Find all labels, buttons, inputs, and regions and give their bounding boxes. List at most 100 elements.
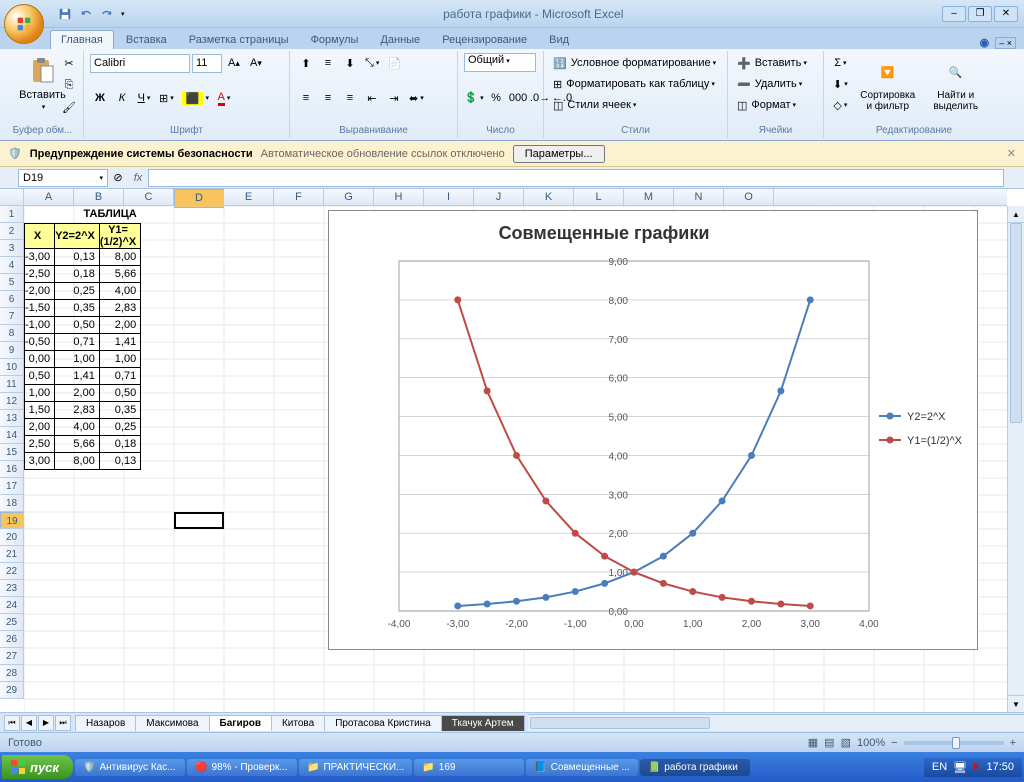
col-header-N[interactable]: N: [674, 189, 724, 205]
worksheet-grid[interactable]: ABCDEFGHIJKLMNO 123456789101112131415161…: [0, 189, 1024, 712]
row-header-29[interactable]: 29: [0, 682, 24, 699]
sheet-first-button[interactable]: ⏮: [4, 715, 20, 731]
view-normal-button[interactable]: ▦: [808, 736, 818, 749]
comma-button[interactable]: 000: [508, 88, 528, 108]
align-left-button[interactable]: ≡: [296, 88, 316, 108]
fill-color-button[interactable]: ⬛▾: [179, 88, 212, 108]
row-header-2[interactable]: 2: [0, 223, 24, 240]
align-middle-button[interactable]: ≡: [318, 53, 338, 73]
vertical-scrollbar[interactable]: ▲ ▼: [1007, 206, 1024, 712]
row-header-23[interactable]: 23: [0, 580, 24, 597]
find-select-button[interactable]: 🔍 Найти и выделить: [925, 53, 987, 115]
col-header-C[interactable]: C: [124, 189, 174, 205]
taskbar-item[interactable]: 🔴98% - Проверк...: [187, 759, 297, 776]
autosum-button[interactable]: Σ▾: [830, 53, 851, 73]
row-header-3[interactable]: 3: [0, 240, 24, 257]
tab-home[interactable]: Главная: [50, 30, 114, 49]
row-header-21[interactable]: 21: [0, 546, 24, 563]
sheet-last-button[interactable]: ⏭: [55, 715, 71, 731]
row-header-27[interactable]: 27: [0, 648, 24, 665]
tab-formulas[interactable]: Формулы: [301, 31, 369, 49]
format-table-button[interactable]: ⊞ Форматировать как таблицу▾: [550, 74, 724, 94]
tab-view[interactable]: Вид: [539, 31, 579, 49]
sheet-tab[interactable]: Максимова: [135, 715, 209, 731]
row-header-26[interactable]: 26: [0, 631, 24, 648]
fx-icon[interactable]: fx: [128, 172, 148, 184]
align-right-button[interactable]: ≡: [340, 88, 360, 108]
indent-dec-button[interactable]: ⇤: [362, 88, 382, 108]
taskbar-item[interactable]: 📗работа графики: [640, 759, 750, 776]
sheet-prev-button[interactable]: ◀: [21, 715, 37, 731]
fill-button[interactable]: ⬇▾: [830, 74, 851, 94]
row-header-6[interactable]: 6: [0, 291, 24, 308]
row-header-20[interactable]: 20: [0, 529, 24, 546]
cell-styles-button[interactable]: ◫ Стили ячеек▾: [550, 95, 724, 115]
sheet-tab[interactable]: Багиров: [209, 715, 272, 731]
border-button[interactable]: ⊞▾: [156, 88, 177, 108]
col-header-I[interactable]: I: [424, 189, 474, 205]
col-header-M[interactable]: M: [624, 189, 674, 205]
language-indicator[interactable]: EN: [932, 761, 947, 773]
tab-layout[interactable]: Разметка страницы: [179, 31, 299, 49]
row-header-4[interactable]: 4: [0, 257, 24, 274]
col-header-G[interactable]: G: [324, 189, 374, 205]
font-color-button[interactable]: A▾: [214, 88, 234, 108]
select-all-corner[interactable]: [0, 189, 24, 205]
view-break-button[interactable]: ▧: [841, 736, 851, 749]
row-header-11[interactable]: 11: [0, 376, 24, 393]
row-header-1[interactable]: 1: [0, 206, 24, 223]
office-button[interactable]: [4, 4, 44, 44]
col-header-K[interactable]: K: [524, 189, 574, 205]
col-header-O[interactable]: O: [724, 189, 774, 205]
font-name-input[interactable]: [90, 54, 190, 73]
accounting-button[interactable]: 💲▾: [464, 88, 484, 108]
tab-review[interactable]: Рецензирование: [432, 31, 537, 49]
view-layout-button[interactable]: ▤: [824, 736, 834, 749]
sheet-tab[interactable]: Протасова Кристина: [324, 715, 442, 731]
clear-button[interactable]: ◇▾: [830, 95, 851, 115]
col-header-A[interactable]: A: [24, 189, 74, 205]
start-button[interactable]: пуск: [2, 755, 73, 779]
row-header-8[interactable]: 8: [0, 325, 24, 342]
row-header-25[interactable]: 25: [0, 614, 24, 631]
horizontal-scrollbar[interactable]: [528, 714, 1024, 731]
col-header-L[interactable]: L: [574, 189, 624, 205]
row-header-28[interactable]: 28: [0, 665, 24, 682]
row-header-10[interactable]: 10: [0, 359, 24, 376]
security-close-button[interactable]: ✕: [1007, 147, 1016, 160]
zoom-in-button[interactable]: +: [1010, 737, 1016, 749]
align-center-button[interactable]: ≡: [318, 88, 338, 108]
taskbar-item[interactable]: 📘Совмещенные ...: [526, 759, 637, 776]
redo-button[interactable]: [98, 5, 116, 23]
row-header-22[interactable]: 22: [0, 563, 24, 580]
col-header-F[interactable]: F: [274, 189, 324, 205]
ribbon-minimize[interactable]: – ×: [995, 37, 1016, 49]
col-header-J[interactable]: J: [474, 189, 524, 205]
underline-button[interactable]: Ч▾: [134, 88, 154, 108]
chart[interactable]: Совмещенные графики0,001,002,003,004,005…: [328, 210, 978, 650]
font-size-input[interactable]: [192, 54, 222, 73]
align-bottom-button[interactable]: ⬇: [340, 53, 360, 73]
orientation-button[interactable]: ⤡▾: [362, 53, 382, 73]
row-header-17[interactable]: 17: [0, 478, 24, 495]
cut-button[interactable]: ✂: [59, 53, 79, 73]
copy-button[interactable]: ⎘: [59, 75, 79, 95]
row-header-15[interactable]: 15: [0, 444, 24, 461]
row-header-16[interactable]: 16: [0, 461, 24, 478]
tab-data[interactable]: Данные: [370, 31, 430, 49]
row-header-7[interactable]: 7: [0, 308, 24, 325]
tray-icon[interactable]: K: [973, 761, 980, 773]
taskbar-item[interactable]: 📁ПРАКТИЧЕСКИ...: [299, 759, 412, 776]
help-icon[interactable]: ◉: [980, 36, 990, 49]
zoom-out-button[interactable]: −: [891, 737, 897, 749]
sort-filter-button[interactable]: 🔽 Сортировка и фильтр: [853, 53, 923, 115]
restore-button[interactable]: ❐: [968, 6, 992, 22]
percent-button[interactable]: %: [486, 88, 506, 108]
delete-cells-button[interactable]: ➖ Удалить▾: [734, 74, 820, 94]
insert-cells-button[interactable]: ➕ Вставить▾: [734, 53, 820, 73]
system-tray[interactable]: EN 🖥 K 17:50: [924, 758, 1022, 777]
sheet-tab[interactable]: Китова: [271, 715, 325, 731]
format-cells-button[interactable]: ◫ Формат▾: [734, 95, 820, 115]
tray-icon[interactable]: 🖥: [953, 761, 967, 774]
format-painter-button[interactable]: 🖌: [59, 97, 79, 117]
